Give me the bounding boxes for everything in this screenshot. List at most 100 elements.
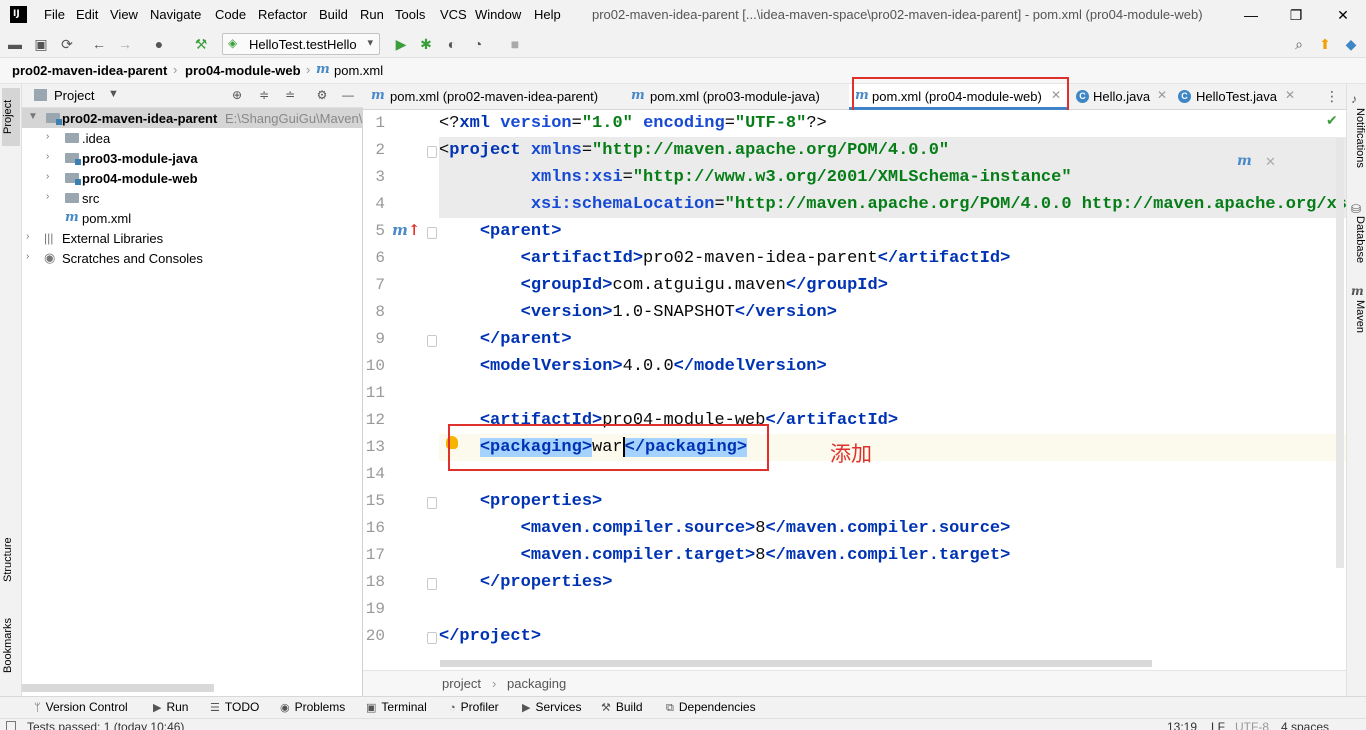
caret-position[interactable]: 13:19 <box>1167 720 1197 730</box>
chevron-right-icon[interactable]: › <box>46 171 49 182</box>
crumb-project[interactable]: pro02-maven-idea-parent <box>12 63 167 78</box>
locate-icon[interactable]: ⊕ <box>229 87 245 103</box>
menu-window[interactable]: Window <box>475 7 521 22</box>
indent-setting[interactable]: 4 spaces <box>1281 720 1329 730</box>
fold-marker[interactable] <box>427 632 437 644</box>
tree-item-pro04[interactable]: › pro04-module-web <box>22 168 363 188</box>
project-tool-tab[interactable]: Project <box>2 88 20 146</box>
close-window-button[interactable]: ✕ <box>1332 4 1354 26</box>
structure-tool-tab[interactable]: Structure <box>2 520 20 600</box>
menu-run[interactable]: Run <box>360 7 384 22</box>
run-config-select[interactable]: ◈ HelloTest.testHello ▾ <box>222 33 380 55</box>
project-horizontal-scrollbar[interactable] <box>22 684 214 692</box>
crumb-packaging-tag[interactable]: packaging <box>507 676 566 691</box>
menu-edit[interactable]: Edit <box>76 7 98 22</box>
line-separator[interactable]: LF <box>1211 720 1225 730</box>
tool-problems[interactable]: ◉ Problems <box>280 700 345 714</box>
menu-tools[interactable]: Tools <box>395 7 425 22</box>
close-icon[interactable]: ✕ <box>1285 88 1295 102</box>
code-editor[interactable]: 1 2 3 4 5 6 7 8 9 10 11 12 13 14 15 16 1… <box>363 110 1346 670</box>
search-icon[interactable]: ⌕ <box>1290 35 1308 53</box>
status-message[interactable]: Tests passed: 1 (today 10:46) <box>27 720 184 730</box>
back-icon[interactable]: ← <box>90 35 108 53</box>
build-hammer-icon[interactable]: ⚒ <box>192 35 210 53</box>
user-icon[interactable]: ● <box>150 35 168 53</box>
menu-help[interactable]: Help <box>534 7 561 22</box>
menu-vcs[interactable]: VCS <box>440 7 467 22</box>
chevron-right-icon[interactable]: › <box>46 151 49 162</box>
run-icon[interactable]: ▶ <box>392 35 410 53</box>
notifications-tool-tab[interactable]: Notifications <box>1348 108 1366 198</box>
tree-item-pro03[interactable]: › pro03-module-java <box>22 148 363 168</box>
tab-hellotest-java[interactable]: C HelloTest.java ✕ <box>1173 84 1301 110</box>
maven-reload-icon[interactable]: m <box>1237 153 1252 169</box>
menu-refactor[interactable]: Refactor <box>258 7 307 22</box>
inspection-ok-icon[interactable]: ✔ <box>1326 112 1338 129</box>
chevron-right-icon[interactable]: › <box>46 191 49 202</box>
menu-navigate[interactable]: Navigate <box>150 7 201 22</box>
tab-pom-parent[interactable]: m pom.xml (pro02-maven-idea-parent) <box>365 84 623 110</box>
tree-item-root[interactable]: ▼ pro02-maven-idea-parent E:\ShangGuiGu\… <box>22 108 387 128</box>
chevron-down-icon[interactable]: ▼ <box>28 111 38 122</box>
maven-tool-tab[interactable]: Maven <box>1348 300 1366 344</box>
chevron-right-icon[interactable]: › <box>26 251 29 262</box>
bookmarks-tool-tab[interactable]: Bookmarks <box>2 604 20 686</box>
crumb-file[interactable]: pom.xml <box>334 63 383 78</box>
close-icon[interactable]: ✕ <box>1157 88 1167 102</box>
menu-file[interactable]: File <box>44 7 65 22</box>
editor-horizontal-scrollbar[interactable] <box>440 660 1152 667</box>
code-area[interactable]: <?xml version="1.0" encoding="UTF-8"?> <… <box>439 110 1346 670</box>
jetbrains-icon[interactable]: ◆ <box>1342 35 1360 53</box>
project-panel-title[interactable]: Project <box>54 88 94 103</box>
sync-icon[interactable]: ⟳ <box>58 35 76 53</box>
tool-profiler[interactable]: ◔ Profiler <box>449 700 499 714</box>
coverage-icon[interactable]: ◐ <box>443 35 461 53</box>
tab-hello-java[interactable]: C Hello.java ✕ <box>1071 84 1171 110</box>
chevron-down-icon[interactable]: ▼ <box>108 88 119 100</box>
tree-item-src[interactable]: › src <box>22 188 363 208</box>
file-encoding[interactable]: UTF-8 <box>1235 720 1269 730</box>
expand-all-icon[interactable]: ≑ <box>256 87 272 103</box>
editor-vertical-scrollbar[interactable] <box>1336 138 1344 568</box>
fold-marker[interactable] <box>427 227 437 239</box>
menu-build[interactable]: Build <box>319 7 348 22</box>
chevron-right-icon[interactable]: › <box>26 231 29 242</box>
tool-terminal[interactable]: ▣ Terminal <box>366 700 427 714</box>
maven-parent-gutter-icon[interactable]: m↑ <box>392 221 420 239</box>
profile-icon[interactable]: ◔ <box>469 35 487 53</box>
save-all-icon[interactable]: ▣ <box>32 35 50 53</box>
tree-item-pom[interactable]: m pom.xml <box>22 208 363 228</box>
menu-view[interactable]: View <box>110 7 138 22</box>
debug-icon[interactable]: ✱ <box>417 35 435 53</box>
tool-run[interactable]: ▶ Run <box>153 700 188 714</box>
forward-icon[interactable]: → <box>116 35 134 53</box>
status-toggle-icon[interactable] <box>6 721 16 730</box>
open-folder-icon[interactable]: ▬ <box>6 35 24 53</box>
fold-marker[interactable] <box>427 335 437 347</box>
crumb-module[interactable]: pro04-module-web <box>185 63 301 78</box>
chevron-right-icon[interactable]: › <box>46 131 49 142</box>
crumb-project-tag[interactable]: project <box>442 676 481 691</box>
minimize-button[interactable]: — <box>1240 4 1262 26</box>
collapse-all-icon[interactable]: ≐ <box>282 87 298 103</box>
menu-code[interactable]: Code <box>215 7 246 22</box>
database-tool-tab[interactable]: Database <box>1348 216 1366 274</box>
more-tabs-icon[interactable]: ⋮ <box>1325 88 1339 105</box>
tool-services[interactable]: ▶ Services <box>522 700 581 714</box>
update-icon[interactable]: ⬆ <box>1316 35 1334 53</box>
tree-item-scratches[interactable]: › ◉ Scratches and Consoles <box>22 248 363 268</box>
tool-dependencies[interactable]: ⧉ Dependencies <box>666 700 756 715</box>
fold-marker[interactable] <box>427 146 437 158</box>
tree-item-idea[interactable]: › .idea <box>22 128 363 148</box>
tool-todo[interactable]: ☰ TODO <box>210 700 259 714</box>
tool-version-control[interactable]: ᛘ Version Control <box>34 700 128 714</box>
restore-button[interactable]: ❐ <box>1285 4 1307 26</box>
gear-icon[interactable]: ⚙ <box>314 87 330 103</box>
tab-pom-pro03[interactable]: m pom.xml (pro03-module-java) <box>625 84 847 110</box>
hide-icon[interactable]: — <box>340 87 356 103</box>
stop-icon[interactable]: ■ <box>506 35 524 53</box>
fold-marker[interactable] <box>427 578 437 590</box>
tree-item-external-libraries[interactable]: › ||| External Libraries <box>22 228 363 248</box>
fold-marker[interactable] <box>427 497 437 509</box>
close-icon[interactable]: ✕ <box>1265 154 1276 170</box>
